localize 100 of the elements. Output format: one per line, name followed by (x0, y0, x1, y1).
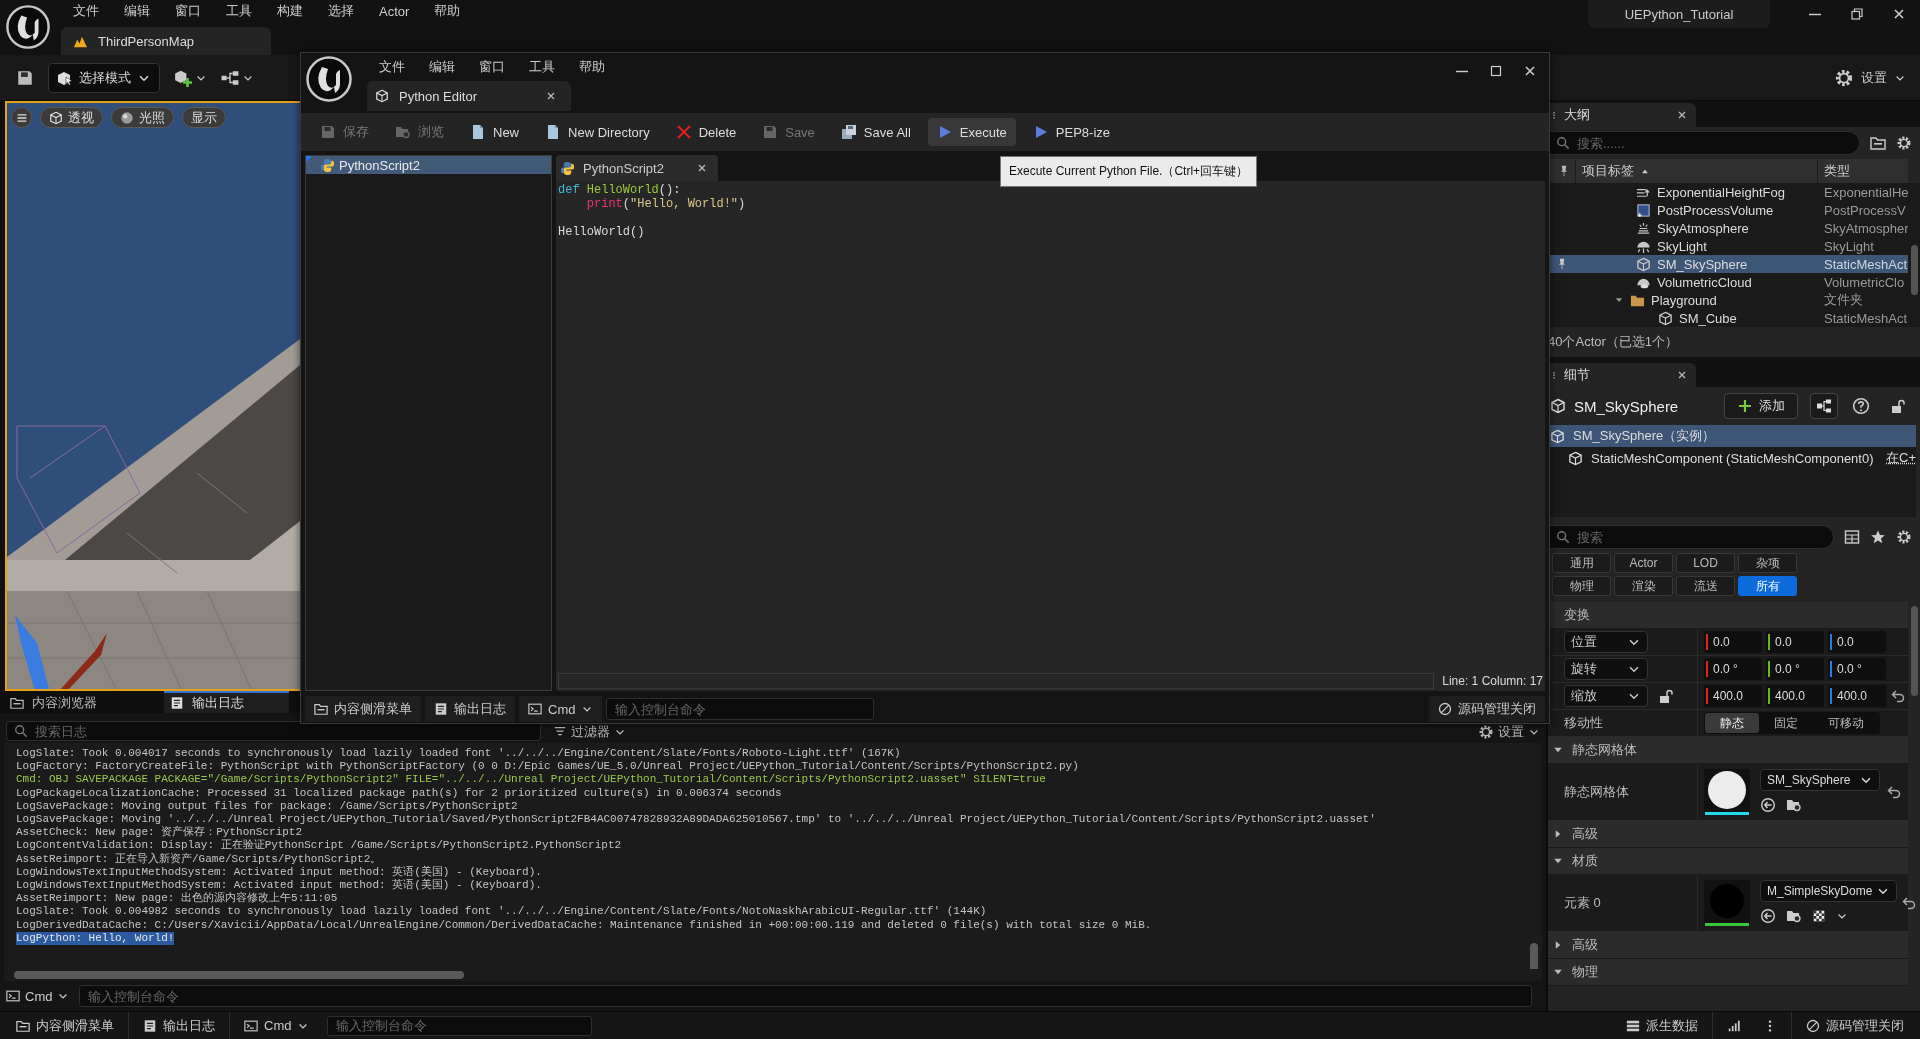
filter-button[interactable]: 杂项 (1738, 553, 1797, 573)
property-dropdown[interactable]: 位置 (1564, 631, 1648, 653)
toolbar-button[interactable]: New (461, 118, 528, 146)
menu-item[interactable]: 文件 (367, 58, 417, 76)
search-field[interactable]: 搜索日志 (6, 721, 541, 741)
section-header[interactable]: 静态网格体 (1548, 737, 1908, 764)
filter-button[interactable]: 过滤器 (553, 723, 626, 741)
drawer-button[interactable]: 内容侧滑菜单 (305, 696, 421, 722)
filter-button[interactable]: 物理 (1552, 576, 1611, 596)
dock-tab[interactable]: 内容浏览器 (4, 691, 164, 713)
editor-tab[interactable]: Python Editor (367, 81, 571, 111)
console-input[interactable]: 输入控制台命令 (606, 698, 875, 720)
component-name[interactable]: SM_SkySphere（实例） (1573, 427, 1716, 445)
menu-item[interactable]: 帮助 (567, 58, 617, 76)
section-header[interactable]: 高级 (1548, 932, 1908, 959)
menu-item[interactable]: 编辑 (112, 2, 163, 20)
source-link[interactable]: 在C+ (1886, 449, 1916, 467)
menu-item[interactable]: 窗口 (163, 2, 214, 20)
asset-dropdown[interactable]: SM_SkySphere (1760, 769, 1880, 791)
section-header[interactable]: 变换 (1548, 602, 1908, 629)
outliner-row[interactable]: ExponentialHeightFog ExponentialHe (1548, 183, 1908, 201)
asset-dropdown[interactable]: M_SimpleSkyDome (1760, 880, 1898, 902)
number-field[interactable]: 0.0 ° (1766, 658, 1824, 680)
property-dropdown[interactable]: 缩放 (1564, 685, 1648, 707)
dock-tab[interactable]: 输出日志 (164, 691, 289, 713)
property-dropdown[interactable]: 旋转 (1564, 658, 1648, 680)
actor-name[interactable]: SkyAtmosphere (1657, 220, 1749, 236)
actor-name[interactable]: SM_Cube (1679, 310, 1737, 326)
outliner-row[interactable]: SM_Cube StaticMeshAct (1548, 309, 1908, 327)
toolbar-button[interactable]: New Directory (536, 118, 659, 146)
segmented-control[interactable]: 静态 固定 可移动 (1704, 712, 1880, 734)
actor-name[interactable]: PostProcessVolume (1657, 202, 1774, 218)
section-header[interactable]: 物理 (1548, 959, 1908, 986)
mobility-option[interactable]: 可移动 (1813, 713, 1879, 733)
cmd-dropdown[interactable]: Cmd (519, 696, 603, 722)
actor-name[interactable]: ExponentialHeightFog (1657, 184, 1785, 200)
output-log-button[interactable]: 输出日志 (135, 1011, 223, 1039)
component-name[interactable]: StaticMeshComponent (StaticMeshComponent0) (1591, 450, 1874, 466)
menu-item[interactable]: 选择 (316, 2, 367, 20)
viewport-button[interactable]: 透视 (40, 107, 103, 128)
number-field[interactable]: 0.0 (1766, 631, 1824, 653)
component-row[interactable]: StaticMeshComponent (StaticMeshComponent0) 在C+ (1548, 447, 1916, 469)
component-row[interactable]: SM_SkySphere（实例） (1548, 425, 1916, 447)
viewport-button[interactable]: 光照 (111, 107, 174, 128)
number-field[interactable]: 0.0 ° (1828, 658, 1886, 680)
number-field[interactable]: 400.0 (1704, 685, 1762, 707)
number-field[interactable]: 0.0 (1704, 631, 1762, 653)
source-control-button[interactable]: 源码管理关闭 (1429, 696, 1545, 722)
outliner-row[interactable]: SM_SkySphere StaticMeshAct (1548, 255, 1908, 273)
outliner-row[interactable]: SkyLight SkyLight (1548, 237, 1908, 255)
toolbar-button[interactable]: Execute (927, 118, 1016, 146)
outliner-row[interactable]: VolumetricCloud VolumetricClo (1548, 273, 1908, 291)
actor-name[interactable]: SM_SkySphere (1657, 256, 1748, 272)
derived-data-button[interactable]: 派生数据 (1618, 1011, 1706, 1039)
search-field[interactable]: 搜索 (1548, 525, 1834, 549)
mobility-option[interactable]: 静态 (1705, 713, 1759, 733)
actor-name[interactable]: Playground (1651, 292, 1717, 308)
number-field[interactable]: 400.0 (1828, 685, 1886, 707)
panel-tab[interactable]: 细节 (1564, 366, 1590, 384)
filter-button[interactable]: 流送 (1676, 576, 1735, 596)
outliner-row[interactable]: PostProcessVolume PostProcessV (1548, 201, 1908, 219)
add-button[interactable]: 添加 (1724, 393, 1798, 419)
filter-button[interactable]: Actor (1614, 553, 1673, 573)
menu-item[interactable]: 工具 (517, 58, 567, 76)
settings-button[interactable]: 设置 (1834, 67, 1906, 88)
file-item[interactable]: PythonScript2 (306, 156, 551, 174)
filter-button[interactable]: 通用 (1552, 553, 1611, 573)
menu-item[interactable]: 帮助 (422, 2, 474, 20)
filter-button[interactable]: 所有 (1738, 576, 1797, 596)
toolbar-button[interactable]: Delete (666, 118, 746, 146)
panel-tab[interactable]: 大纲 (1564, 106, 1590, 124)
outliner-row[interactable]: Playground 文件夹 (1548, 291, 1908, 309)
settings-button[interactable]: 设置 (1478, 723, 1540, 741)
outliner-row[interactable]: SkyAtmosphere SkyAtmospher (1548, 219, 1908, 237)
mode-dropdown[interactable]: 选择模式 (48, 62, 160, 93)
search-field[interactable]: 搜索...... (1548, 131, 1860, 155)
menu-item[interactable]: 文件 (61, 2, 112, 20)
actor-name[interactable]: VolumetricCloud (1657, 274, 1752, 290)
level-tab[interactable]: ThirdPersonMap (61, 27, 271, 55)
console-input[interactable]: 输入控制台命令 (327, 1015, 593, 1036)
menu-item[interactable]: 构建 (265, 2, 316, 20)
viewport-button[interactable]: 显示 (182, 107, 226, 128)
number-field[interactable]: 0.0 (1828, 631, 1886, 653)
column-header[interactable]: 类型 (1818, 162, 1908, 180)
section-header[interactable]: 材质 (1548, 848, 1908, 875)
toolbar-button[interactable]: Save All (831, 118, 920, 146)
actor-name[interactable]: SkyLight (1657, 238, 1707, 254)
number-field[interactable]: 0.0 ° (1704, 658, 1762, 680)
drawer-button[interactable]: 内容侧滑菜单 (8, 1011, 122, 1039)
cmd-dropdown[interactable]: Cmd (6, 988, 70, 1004)
cmd-dropdown[interactable]: Cmd (236, 1011, 318, 1039)
console-input[interactable]: 输入控制台命令 (79, 985, 1532, 1007)
filter-button[interactable]: 渲染 (1614, 576, 1673, 596)
code-editor[interactable]: def HelloWorld(): print("Hello, World!") HelloWorld() (556, 181, 1545, 671)
mobility-option[interactable]: 固定 (1759, 713, 1813, 733)
menu-item[interactable]: 窗口 (467, 58, 517, 76)
menu-item[interactable]: 工具 (214, 2, 265, 20)
filter-button[interactable]: LOD (1676, 553, 1735, 573)
toolbar-button[interactable]: PEP8-ize (1023, 118, 1120, 146)
output-log-button[interactable]: 输出日志 (425, 696, 515, 722)
